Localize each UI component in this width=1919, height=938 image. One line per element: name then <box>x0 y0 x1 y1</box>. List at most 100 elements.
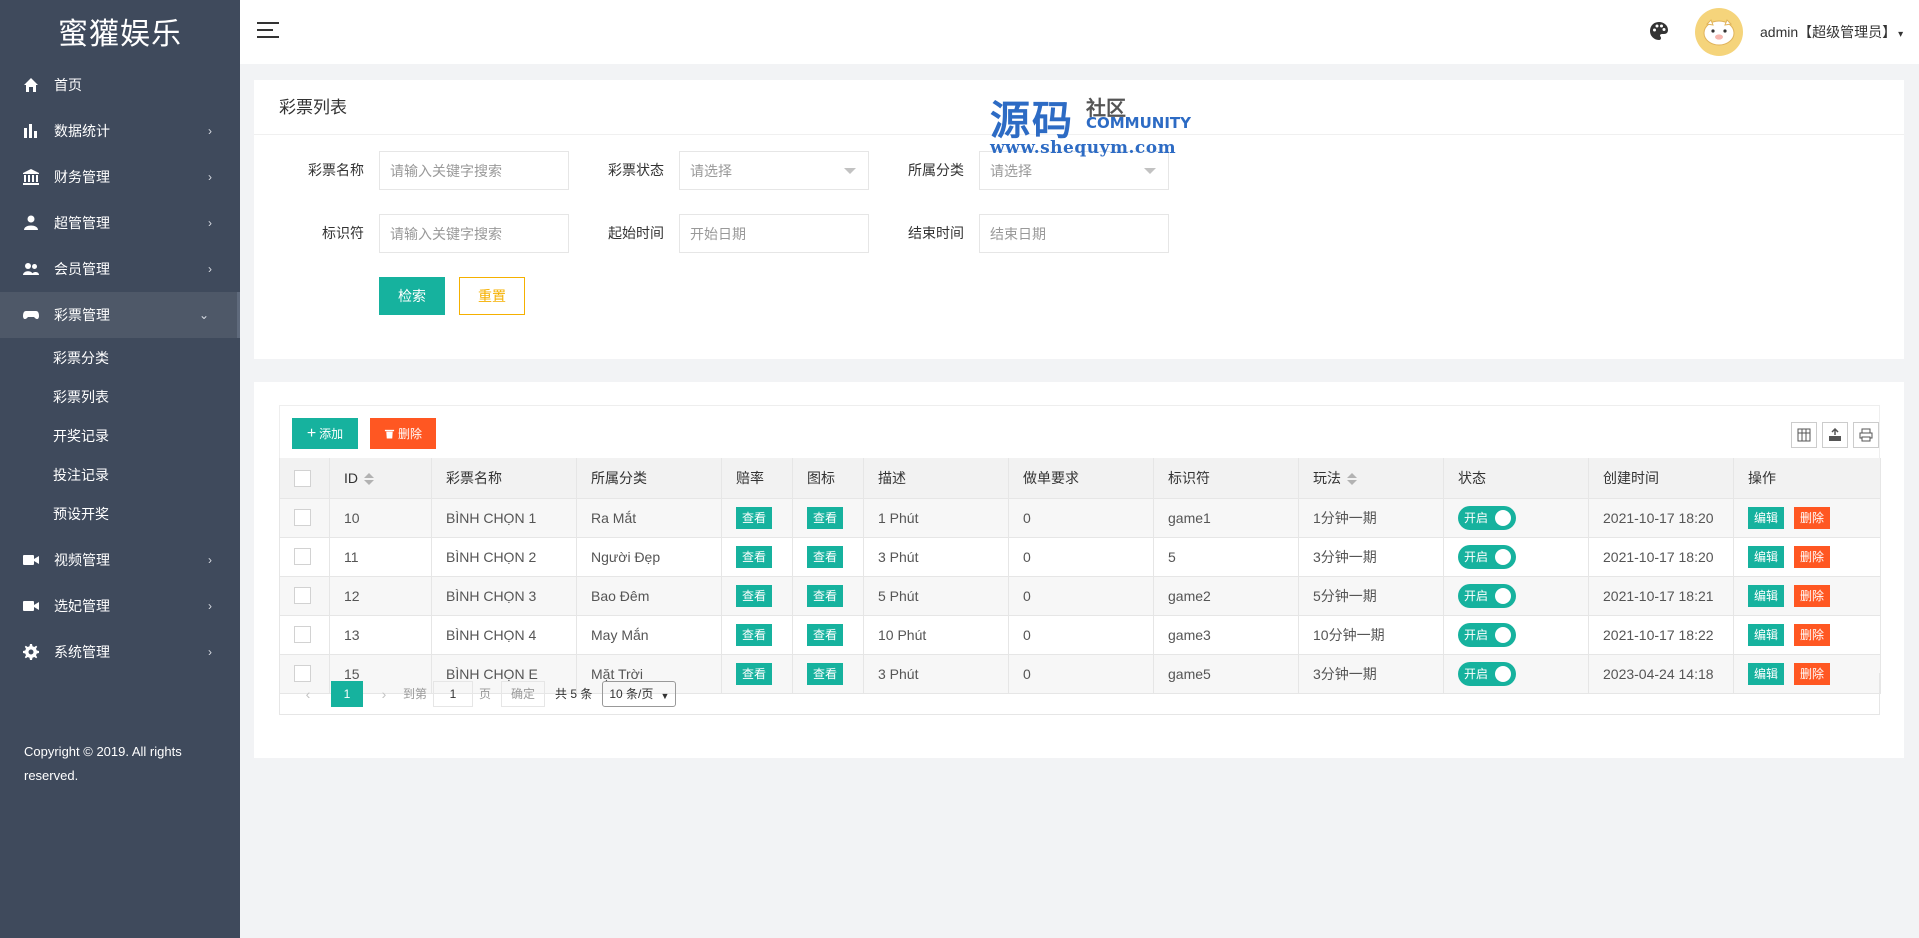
column-header-id[interactable]: ID <box>329 458 432 499</box>
print-icon[interactable] <box>1853 422 1879 448</box>
row-checkbox[interactable] <box>294 587 311 605</box>
export-icon[interactable] <box>1822 422 1848 448</box>
batch-delete-button[interactable]: 删除 <box>370 418 436 449</box>
chevron-down-icon: ▼ <box>660 690 670 701</box>
view-icon-button[interactable]: 查看 <box>807 506 843 529</box>
view-odds-button[interactable]: 查看 <box>736 545 772 568</box>
sidebar-subitem-preset-draw[interactable]: 预设开奖 <box>0 494 240 533</box>
placeholder-text: 请选择 <box>690 162 732 179</box>
user-menu[interactable]: admin【超级管理员】 ▾ <box>1760 22 1903 42</box>
view-odds-button[interactable]: 查看 <box>736 584 772 607</box>
delete-button[interactable]: 删除 <box>1794 545 1830 568</box>
search-button[interactable]: 检索 <box>379 277 445 315</box>
cell-status: 开启 <box>1443 498 1589 538</box>
lottery-name-input[interactable]: 请输入关键字搜索 <box>379 151 569 190</box>
sidebar-item-video[interactable]: 视频管理 › <box>0 537 240 583</box>
identifier-input[interactable]: 请输入关键字搜索 <box>379 214 569 253</box>
sidebar-subitem-lottery-category[interactable]: 彩票分类 <box>0 338 240 377</box>
page-1-button[interactable]: 1 <box>331 680 363 707</box>
sidebar-item-home[interactable]: 首页 <box>0 62 240 108</box>
edit-button[interactable]: 编辑 <box>1748 584 1784 607</box>
prev-page-icon[interactable]: ‹ <box>295 686 321 702</box>
sidebar-item-finance[interactable]: 财务管理 › <box>0 154 240 200</box>
sidebar-item-label: 首页 <box>54 77 82 93</box>
column-header-play[interactable]: 玩法 <box>1298 458 1444 499</box>
view-odds-button[interactable]: 查看 <box>736 623 772 646</box>
watermark-logo: 源码 社区 COMMUNITY www.shequym.com <box>990 88 1200 160</box>
column-header-requirement: 做单要求 <box>1008 458 1154 499</box>
cell-id: 13 <box>329 615 432 655</box>
reset-button[interactable]: 重置 <box>459 277 525 315</box>
sidebar-item-superadmin[interactable]: 超管管理 › <box>0 200 240 246</box>
row-checkbox[interactable] <box>294 626 311 644</box>
end-date-input[interactable]: 结束日期 <box>979 214 1169 253</box>
palette-icon[interactable] <box>1649 21 1669 41</box>
columns-filter-icon[interactable] <box>1791 422 1817 448</box>
cell-identifier: game2 <box>1153 576 1299 616</box>
start-date-input[interactable]: 开始日期 <box>679 214 869 253</box>
toggle-label: 开启 <box>1464 628 1489 642</box>
sort-icon[interactable] <box>1347 473 1357 486</box>
view-icon-button[interactable]: 查看 <box>807 584 843 607</box>
sidebar-item-label: 选妃管理 <box>54 598 110 614</box>
view-odds-button[interactable]: 查看 <box>736 506 772 529</box>
home-icon <box>22 76 40 94</box>
status-toggle[interactable]: 开启 <box>1458 583 1516 608</box>
view-icon-button[interactable]: 查看 <box>807 545 843 568</box>
status-toggle[interactable]: 开启 <box>1458 505 1516 530</box>
sidebar-item-selection[interactable]: 选妃管理 › <box>0 583 240 629</box>
chevron-right-icon: › <box>208 599 212 613</box>
row-checkbox[interactable] <box>294 509 311 527</box>
toggle-label: 开启 <box>1464 511 1489 525</box>
sidebar-item-stats[interactable]: 数据统计 › <box>0 108 240 154</box>
status-toggle[interactable]: 开启 <box>1458 622 1516 647</box>
select-all-checkbox[interactable] <box>294 469 311 487</box>
table-card: + 添加 删除 ID 彩票名称 所属分类 赔率 图标 描述 做单要求 标识符 玩… <box>254 382 1904 758</box>
cell-name: BÌNH CHỌN 4 <box>431 615 577 655</box>
cell-identifier: game1 <box>1153 498 1299 538</box>
goto-page-input[interactable]: 1 <box>433 680 474 707</box>
sidebar-subitem-bet-records[interactable]: 投注记录 <box>0 455 240 494</box>
column-header-icon: 图标 <box>792 458 864 499</box>
view-icon-button[interactable]: 查看 <box>807 623 843 646</box>
sort-icon[interactable] <box>364 473 374 486</box>
page-size-select[interactable]: 10 条/页 ▼ <box>602 680 677 707</box>
column-header-description: 描述 <box>863 458 1009 499</box>
table-row: 12 BÌNH CHỌN 3 Bao Đêm 查看 查看 5 Phút 0 game2 5分钟一… <box>279 576 1881 616</box>
delete-button[interactable]: 删除 <box>1794 623 1830 646</box>
row-checkbox[interactable] <box>294 548 311 566</box>
sidebar-item-members[interactable]: 会员管理 › <box>0 246 240 292</box>
table-header-row: ID 彩票名称 所属分类 赔率 图标 描述 做单要求 标识符 玩法 状态 创建时… <box>279 458 1881 499</box>
cell-description: 1 Phút <box>863 498 1009 538</box>
sidebar-subitem-draw-records[interactable]: 开奖记录 <box>0 416 240 455</box>
lottery-status-select[interactable]: 请选择 <box>679 151 869 190</box>
edit-button[interactable]: 编辑 <box>1748 506 1784 529</box>
trash-icon <box>384 429 395 439</box>
goto-confirm-button[interactable]: 确定 <box>501 680 546 707</box>
cell-status: 开启 <box>1443 576 1589 616</box>
identifier-label: 标识符 <box>322 225 364 241</box>
plus-icon: + <box>306 424 317 442</box>
cell-created: 2021-10-17 18:22 <box>1588 615 1734 655</box>
chevron-right-icon: › <box>208 170 212 184</box>
avatar[interactable] <box>1695 8 1743 56</box>
sidebar-subitem-lottery-list[interactable]: 彩票列表 <box>0 377 240 416</box>
column-header-status: 状态 <box>1443 458 1589 499</box>
sidebar-item-lottery[interactable]: 彩票管理 ⌄ <box>0 292 240 338</box>
add-button[interactable]: + 添加 <box>292 418 358 449</box>
edit-button[interactable]: 编辑 <box>1748 545 1784 568</box>
column-header-identifier: 标识符 <box>1153 458 1299 499</box>
next-page-icon[interactable]: › <box>371 686 397 702</box>
menu-toggle-icon[interactable] <box>257 22 279 40</box>
dropdown-arrow-icon <box>1144 168 1156 174</box>
sidebar-item-label: 彩票管理 <box>54 307 110 323</box>
edit-button[interactable]: 编辑 <box>1748 623 1784 646</box>
status-toggle[interactable]: 开启 <box>1458 544 1516 569</box>
sidebar-item-system[interactable]: 系统管理 › <box>0 629 240 675</box>
user-icon <box>22 214 40 232</box>
cell-play: 10分钟一期 <box>1298 615 1444 655</box>
chevron-right-icon: › <box>208 124 212 138</box>
delete-button[interactable]: 删除 <box>1794 506 1830 529</box>
delete-button[interactable]: 删除 <box>1794 584 1830 607</box>
chevron-right-icon: › <box>208 645 212 659</box>
